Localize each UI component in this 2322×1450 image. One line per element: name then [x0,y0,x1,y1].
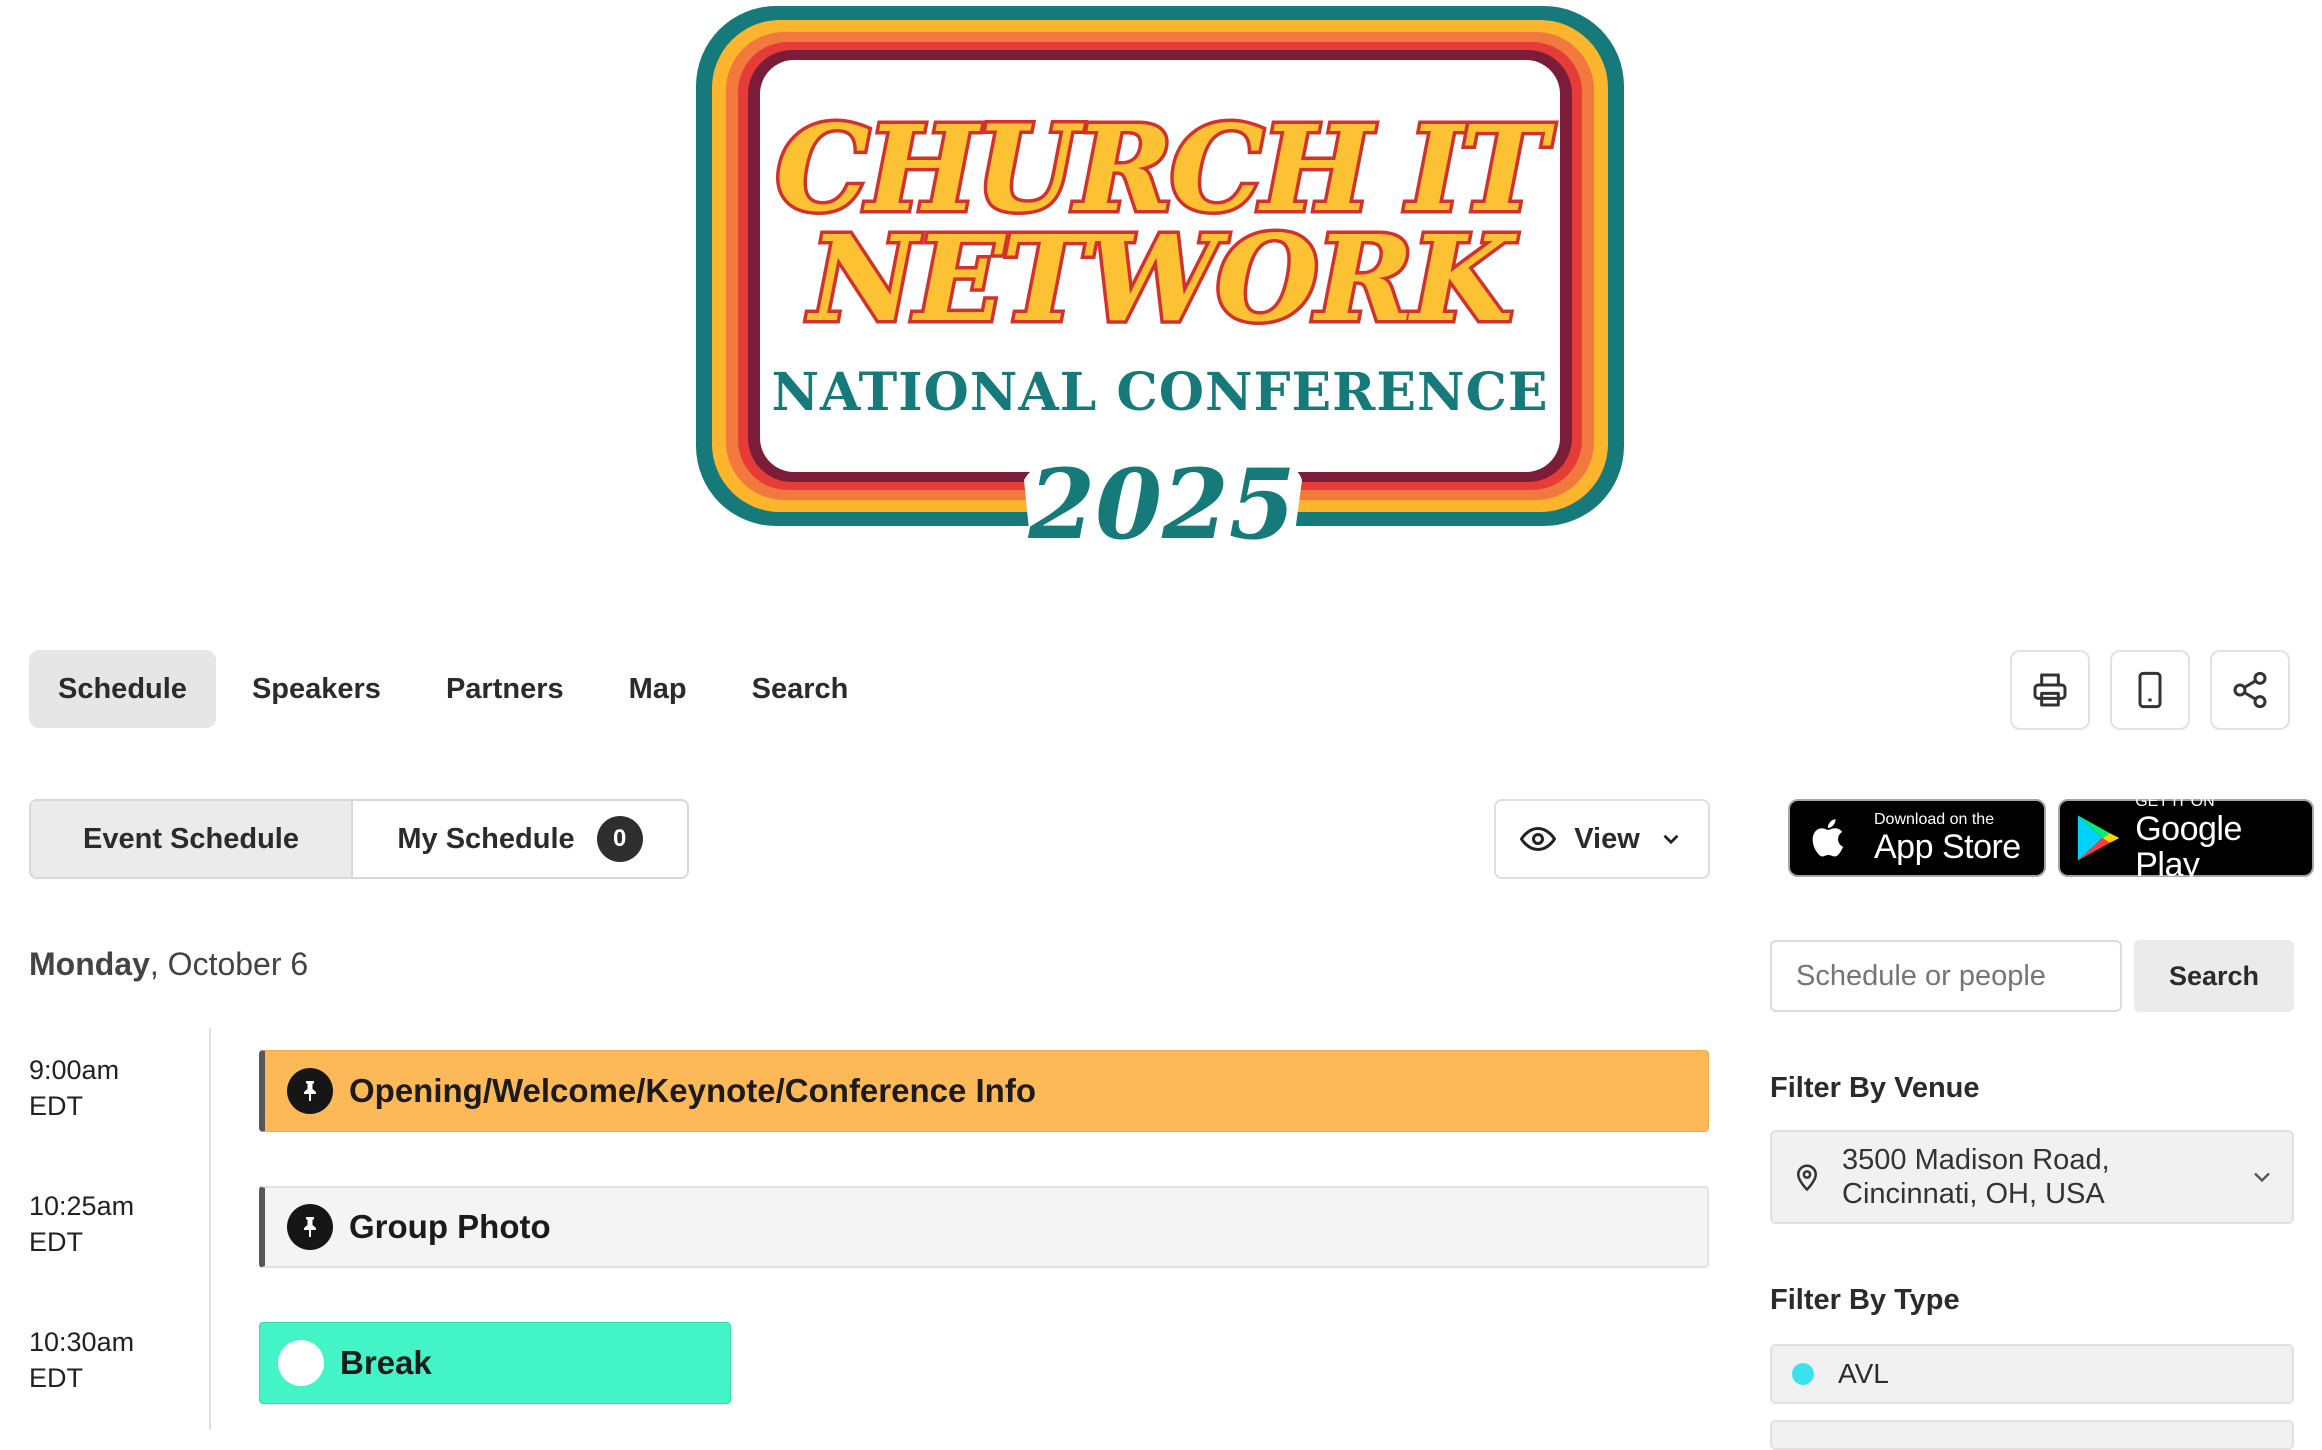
share-button[interactable] [2210,650,2290,730]
time-zone: EDT [29,1227,83,1257]
print-button[interactable] [2010,650,2090,730]
venue-line1: 3500 Madison Road, [1842,1144,2110,1176]
session-title: Break [340,1344,432,1381]
time-value: 10:25am [29,1191,135,1221]
chevron-down-icon [1663,834,1679,845]
session-card[interactable]: Break [259,1322,731,1404]
main-nav: Schedule Speakers Partners Map Search [29,650,884,728]
search-button[interactable]: Search [2134,940,2294,1012]
view-dropdown[interactable]: View [1494,799,1710,879]
filter-venue-title: Filter By Venue [1770,1072,1980,1104]
logo-line2: NETWORK [806,209,1518,348]
event-schedule-tab[interactable]: Event Schedule [31,801,353,877]
google-play-badge[interactable]: GET IT ON Google Play [2058,793,2314,883]
time-value: 9:00am [29,1055,120,1085]
google-play-small: GET IT ON [2135,793,2215,810]
view-label: View [1574,822,1640,855]
time-value: 10:30am [29,1327,135,1357]
time-slot: 10:30am EDT [29,1324,134,1396]
date-heading: Monday, October 6 [29,946,308,983]
nav-speakers[interactable]: Speakers [223,650,410,728]
logo-year: 2025 [1027,448,1295,560]
apple-icon [1812,819,1844,857]
add-to-schedule-circle[interactable] [278,1340,324,1386]
nav-partners[interactable]: Partners [417,650,593,728]
google-play-big: Google Play [2135,810,2242,884]
google-play-icon [2077,815,2120,861]
event-schedule-label: Event Schedule [83,822,299,855]
pin-icon[interactable] [287,1204,333,1250]
share-icon [2233,671,2267,709]
my-schedule-tab[interactable]: My Schedule 0 [353,801,687,877]
date-day: Monday [29,946,150,982]
my-schedule-label: My Schedule [397,822,575,855]
app-store-badge[interactable]: Download on the App Store [1788,799,2046,877]
chevron-down-icon [2254,1172,2270,1183]
type-filter-item[interactable] [1770,1420,2294,1450]
type-color-dot [1792,1363,1814,1385]
pin-icon[interactable] [287,1068,333,1114]
schedule-toggle: Event Schedule My Schedule 0 [29,799,689,879]
type-filter-avl[interactable]: AVL [1770,1344,2294,1404]
app-store-small: Download on the [1874,811,1995,828]
session-card[interactable]: Group Photo [259,1186,1709,1268]
mobile-app-button[interactable] [2110,650,2190,730]
my-schedule-count: 0 [596,816,643,862]
filter-type-title: Filter By Type [1770,1284,1960,1316]
venue-line2: Cincinnati, OH, USA [1842,1178,2105,1210]
schedule-search-input[interactable] [1770,940,2122,1012]
session-title: Opening/Welcome/Keynote/Conference Info [349,1072,1036,1109]
time-slot: 9:00am EDT [29,1052,119,1124]
printer-icon [2033,673,2067,707]
session-title: Group Photo [349,1208,551,1245]
type-label: AVL [1838,1358,1889,1389]
venue-filter-select[interactable]: 3500 Madison Road, Cincinnati, OH, USA [1770,1130,2294,1224]
nav-search[interactable]: Search [723,650,878,728]
date-rest: , October 6 [149,946,309,982]
location-pin-icon [1796,1164,1818,1192]
conference-logo: CHURCH IT NETWORK NATIONAL CONFERENCE 20… [684,0,1636,560]
timeline-divider [209,1028,211,1430]
nav-schedule[interactable]: Schedule [29,650,216,728]
eye-icon [1520,826,1557,852]
time-zone: EDT [29,1363,83,1393]
mobile-icon [2138,671,2162,709]
time-slot: 10:25am EDT [29,1188,134,1260]
session-card[interactable]: Opening/Welcome/Keynote/Conference Info [259,1050,1709,1132]
time-zone: EDT [29,1091,83,1121]
app-store-big: App Store [1874,828,2021,866]
nav-map[interactable]: Map [600,650,716,728]
logo-line3: NATIONAL CONFERENCE [771,362,1548,423]
